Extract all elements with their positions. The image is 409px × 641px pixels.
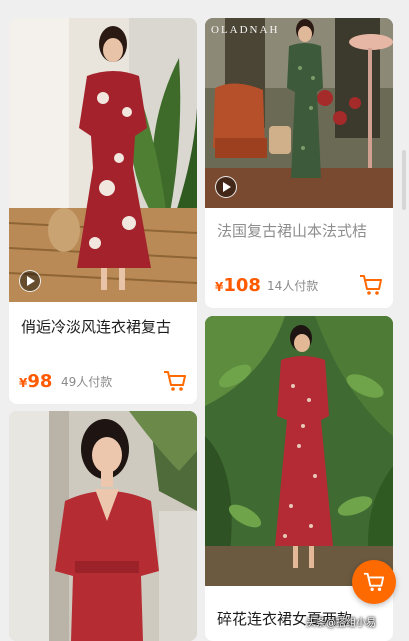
product-card[interactable]: OLADNAH 法国复古裙山本法式桔 ¥108 14人付款 [205, 18, 393, 308]
product-card[interactable]: 俏逅冷淡风连衣裙复古 ¥98 49人付款 [9, 18, 197, 404]
product-image[interactable] [205, 316, 393, 586]
paid-count: 49人付款 [61, 375, 113, 389]
video-play-icon[interactable] [19, 270, 41, 292]
brand-overlay: OLADNAH [211, 24, 280, 36]
product-price: ¥108 [215, 275, 261, 296]
video-play-icon[interactable] [215, 176, 237, 198]
product-image[interactable] [9, 18, 197, 302]
product-price: ¥98 [19, 371, 53, 392]
floating-cart-button[interactable] [352, 560, 396, 604]
product-image[interactable]: OLADNAH [205, 18, 393, 208]
scrollbar[interactable] [402, 150, 406, 210]
add-to-cart-icon[interactable] [359, 274, 383, 296]
product-title[interactable]: 法国复古裙山本法式桔 [217, 220, 383, 241]
price-row: ¥108 14人付款 [215, 272, 383, 296]
product-title[interactable]: 俏逅冷淡风连衣裙复古 [21, 316, 187, 337]
product-image[interactable] [9, 411, 197, 641]
watermark-text: 头条@搭组小易 [306, 618, 376, 629]
product-card[interactable] [9, 411, 197, 641]
price-row: ¥98 49人付款 [19, 368, 187, 392]
paid-count: 14人付款 [267, 279, 319, 293]
shopping-cart-icon [363, 572, 385, 591]
add-to-cart-icon[interactable] [163, 370, 187, 392]
